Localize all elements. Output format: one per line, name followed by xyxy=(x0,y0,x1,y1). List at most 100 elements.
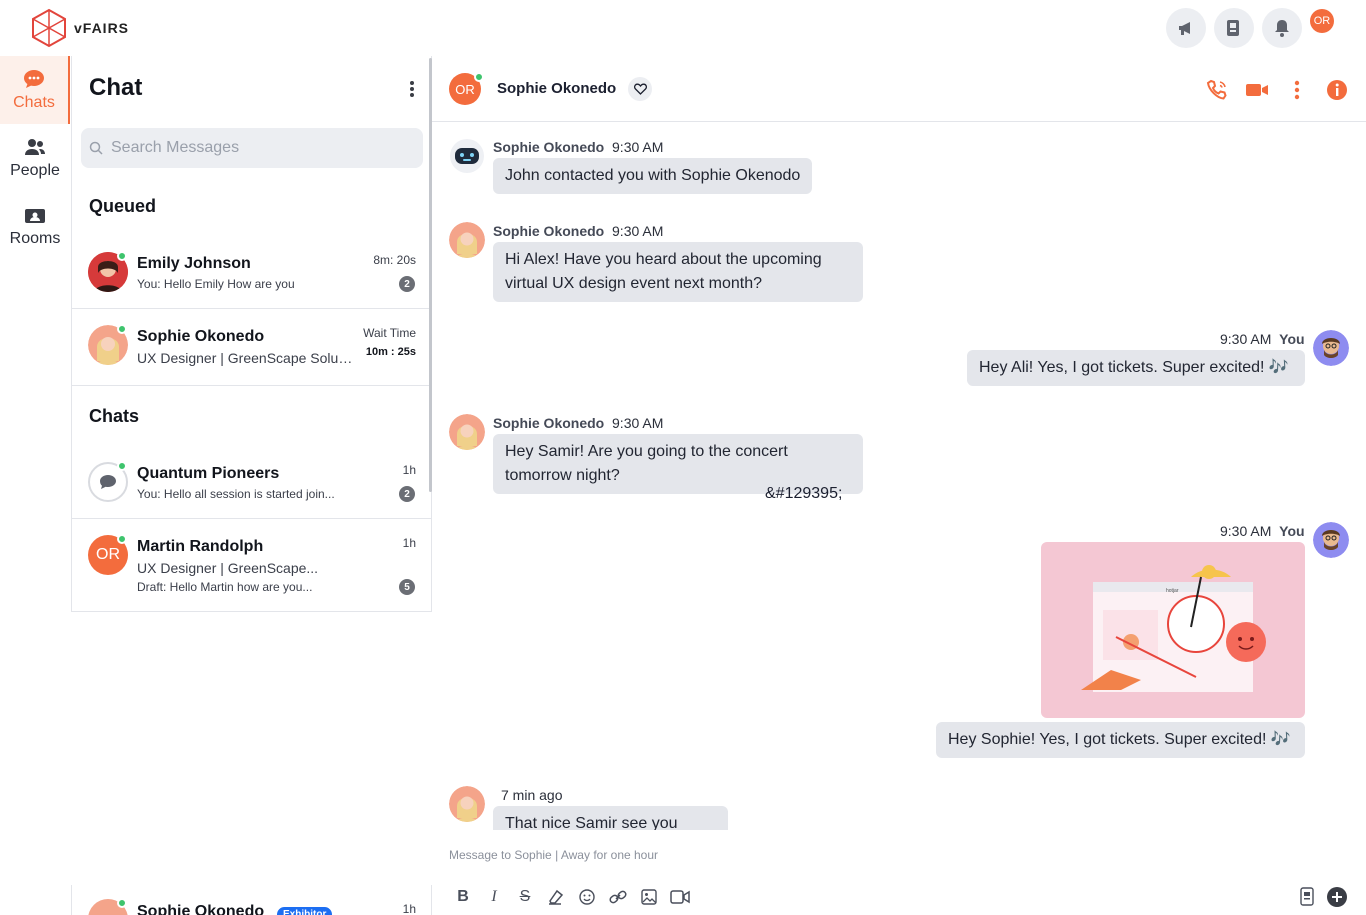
message-bubble: Hi Alex! Have you heard about the upcomi… xyxy=(493,242,863,302)
message-sender: Sophie Okonedo xyxy=(493,223,605,239)
message-sender: Sophie Okonedo xyxy=(493,139,605,155)
queued-section-title: Queued xyxy=(89,196,157,216)
message-time: 9:30 AM xyxy=(612,223,664,239)
contact-card-icon[interactable] xyxy=(1299,887,1315,912)
formatting-toolbar: B I S xyxy=(451,886,699,908)
video-icon[interactable] xyxy=(1244,77,1270,103)
chat-list-menu-icon[interactable] xyxy=(404,78,420,100)
exhibitor-badge: Exhibitor xyxy=(277,907,333,915)
online-indicator xyxy=(474,72,484,82)
online-indicator xyxy=(117,534,127,544)
search-messages-input[interactable]: Search Messages xyxy=(81,128,423,168)
conversation-name: Sophie Okonedo xyxy=(137,903,265,915)
chat-list-panel: Chat Search Messages Queued Emily Johnso… xyxy=(71,56,432,612)
wait-time-label: Wait Time xyxy=(363,326,416,340)
user-avatar[interactable]: OR xyxy=(1310,9,1334,33)
favorite-heart-icon[interactable] xyxy=(628,77,652,101)
message-sender: You xyxy=(1279,523,1305,539)
unread-badge: 5 xyxy=(399,579,415,595)
rail-item-rooms[interactable]: Rooms xyxy=(0,192,70,260)
rail-item-people[interactable]: People xyxy=(0,124,70,192)
conversation-name: Martin Randolph xyxy=(137,538,264,555)
avatar xyxy=(449,414,485,450)
conversation-item[interactable]: Sophie Okonedo Exhibitor 1h xyxy=(71,885,432,915)
brand-name: vFAIRS xyxy=(74,20,130,36)
online-indicator xyxy=(117,251,127,261)
conversation-item[interactable]: Quantum Pioneers You: Hello all session … xyxy=(72,446,431,519)
message-clip: That nice Samir see you there xyxy=(493,806,728,830)
chats-section-title: Chats xyxy=(89,406,140,426)
composer-hint[interactable]: Message to Sophie | Away for one hour xyxy=(449,848,658,862)
search-icon xyxy=(89,141,103,155)
contact-name[interactable]: Sophie Okonedo xyxy=(497,80,616,97)
conversation-draft: Draft: Hello Martin how are you... xyxy=(137,580,313,594)
bot-avatar xyxy=(449,138,485,174)
wait-time-value: 10m : 25s xyxy=(365,346,416,358)
vfairs-logo-icon xyxy=(32,8,66,48)
conversation-header: OR Sophie Okonedo xyxy=(432,56,1366,122)
message-time: 7 min ago xyxy=(501,787,563,803)
rail-item-chats[interactable]: Chats xyxy=(0,56,70,124)
call-icon[interactable] xyxy=(1204,77,1230,103)
message-meta: 9:30 AM You xyxy=(1220,331,1305,347)
rail-label: Rooms xyxy=(9,230,61,247)
add-attachment-icon[interactable] xyxy=(1327,887,1347,907)
vfairs-logo[interactable]: vFAIRS xyxy=(30,8,129,48)
chat-bubble-icon xyxy=(22,68,46,90)
message-bubble: John contacted you with Sophie Okenodo xyxy=(493,158,813,194)
message-bubble: That nice Samir see you there xyxy=(493,806,728,830)
conversation-subtitle: UX Designer | GreenScape... xyxy=(137,560,319,576)
image-attachment[interactable]: hotjar xyxy=(1041,542,1305,718)
my-avatar xyxy=(1313,330,1349,366)
avatar xyxy=(449,786,485,822)
contact-card-icon[interactable] xyxy=(1214,8,1254,48)
image-brand-text: hotjar xyxy=(1166,588,1179,594)
format-clear-icon[interactable] xyxy=(544,886,568,908)
message-reaction[interactable]: &#129395; xyxy=(765,485,842,503)
rail-label: People xyxy=(10,162,60,179)
conversation-name: Emily Johnson xyxy=(137,255,251,272)
search-placeholder: Search Messages xyxy=(111,139,240,156)
unread-badge: 2 xyxy=(399,486,415,502)
message-meta: 9:30 AM You xyxy=(1220,523,1305,539)
info-icon[interactable] xyxy=(1324,77,1350,103)
megaphone-icon[interactable] xyxy=(1166,8,1206,48)
conversation-item[interactable]: OR Martin Randolph UX Designer | GreenSc… xyxy=(72,519,431,611)
online-indicator xyxy=(117,461,127,471)
message-time: 9:30 AM xyxy=(612,139,664,155)
italic-icon[interactable]: I xyxy=(482,886,506,908)
link-icon[interactable] xyxy=(606,886,630,908)
top-bar: vFAIRS OR xyxy=(0,0,1366,56)
conversation-subtitle: UX Designer | GreenScape Solut... xyxy=(137,350,353,366)
message-bubble: Hey Sophie! Yes, I got tickets. Super ex… xyxy=(936,722,1305,758)
my-avatar xyxy=(1313,522,1349,558)
video-icon[interactable] xyxy=(668,886,692,908)
message-meta: Sophie Okonedo 9:30 AM xyxy=(493,139,663,155)
conversation-preview: You: Hello all session is started join..… xyxy=(137,487,335,501)
bell-icon[interactable] xyxy=(1262,8,1302,48)
rooms-icon xyxy=(23,204,47,226)
message-bubble: Hey Ali! Yes, I got tickets. Super excit… xyxy=(967,350,1305,386)
image-icon[interactable] xyxy=(637,886,661,908)
strikethrough-icon[interactable]: S xyxy=(513,886,537,908)
conversation-item[interactable]: Sophie Okonedo UX Designer | GreenScape … xyxy=(72,309,431,386)
message-time: 9:30 AM xyxy=(612,415,664,431)
conversation-preview: You: Hello Emily How are you xyxy=(137,277,295,291)
message-meta: Sophie Okonedo 9:30 AM xyxy=(493,223,663,239)
conversation-item[interactable]: Emily Johnson You: Hello Emily How are y… xyxy=(72,236,431,309)
more-icon[interactable] xyxy=(1284,77,1310,103)
bold-icon[interactable]: B xyxy=(451,886,475,908)
online-indicator xyxy=(117,324,127,334)
chat-list-title: Chat xyxy=(89,74,143,101)
conversation-name: Sophie Okonedo xyxy=(137,328,265,345)
rail-label: Chats xyxy=(13,94,55,111)
conversation-name: Quantum Pioneers xyxy=(137,465,280,482)
online-indicator xyxy=(117,898,127,908)
chat-list-scrollbar[interactable] xyxy=(429,58,432,492)
conversation-time: 1h xyxy=(402,463,416,477)
message-meta: Sophie Okonedo 9:30 AM xyxy=(493,415,663,431)
message-time: 9:30 AM xyxy=(1220,523,1272,539)
message-time: 9:30 AM xyxy=(1220,331,1272,347)
people-icon xyxy=(23,136,47,158)
emoji-icon[interactable] xyxy=(575,886,599,908)
